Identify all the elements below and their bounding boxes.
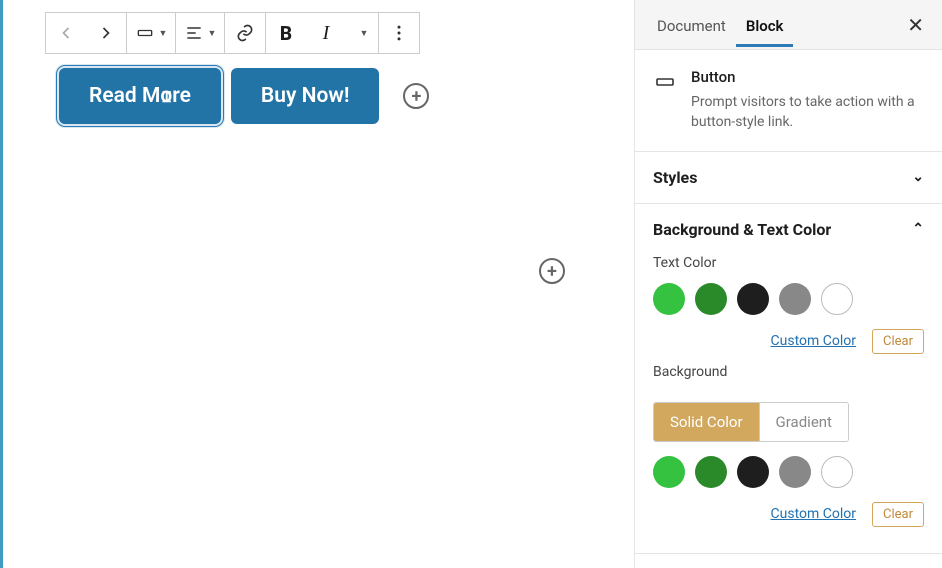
- add-button-inline[interactable]: +: [403, 83, 429, 109]
- panel-styles-header[interactable]: Styles ⌄: [635, 152, 942, 203]
- segment-gradient[interactable]: Gradient: [759, 403, 848, 441]
- block-description-text: Prompt visitors to take action with a bu…: [691, 92, 924, 133]
- segment-solid-color[interactable]: Solid Color: [654, 403, 759, 441]
- toolbar-history-prev[interactable]: [46, 13, 86, 53]
- swatch-black[interactable]: [737, 283, 769, 315]
- button-text-post: re: [172, 84, 191, 108]
- close-icon[interactable]: ✕: [901, 7, 930, 43]
- bg-custom-color-link[interactable]: Custom Color: [771, 506, 856, 522]
- toolbar-more-format[interactable]: ▼: [346, 13, 378, 53]
- editor-pane: ▼ ▼ B I ▼ Read MoᏆre Buy N: [0, 0, 634, 568]
- swatch-gray[interactable]: [779, 456, 811, 488]
- caret-down-icon: ▼: [360, 28, 369, 39]
- swatch-green-dark[interactable]: [695, 283, 727, 315]
- toolbar-block-type[interactable]: ▼: [127, 13, 175, 53]
- toolbar-link[interactable]: [225, 13, 265, 53]
- toolbar-history-next[interactable]: [86, 13, 126, 53]
- add-block-icon[interactable]: +: [539, 258, 565, 284]
- text-custom-color-link[interactable]: Custom Color: [771, 333, 856, 349]
- toolbar-align[interactable]: ▼: [176, 13, 224, 53]
- swatch-white[interactable]: [821, 283, 853, 315]
- bg-clear-button[interactable]: Clear: [872, 502, 924, 527]
- buttons-block-row: Read MoᏆre Buy Now! +: [59, 68, 634, 124]
- button-block-read-more[interactable]: Read MoᏆre: [59, 68, 221, 124]
- background-label: Background: [653, 364, 924, 380]
- toolbar-italic[interactable]: I: [306, 13, 346, 53]
- settings-sidebar: Document Block ✕ Button Prompt visitors …: [634, 0, 942, 568]
- swatch-white[interactable]: [821, 456, 853, 488]
- button-block-buy-now[interactable]: Buy Now!: [231, 68, 380, 124]
- tab-block[interactable]: Block: [736, 3, 794, 47]
- tab-document[interactable]: Document: [647, 3, 736, 47]
- panel-bg-text-body: Text Color Custom Color Clear Background…: [635, 255, 942, 553]
- swatch-green-bright[interactable]: [653, 456, 685, 488]
- chevron-up-icon: ⌃: [912, 221, 924, 237]
- panel-styles-title: Styles: [653, 168, 697, 187]
- swatch-green-bright[interactable]: [653, 283, 685, 315]
- button-text-pre: Read M: [89, 84, 160, 108]
- block-description: Button Prompt visitors to take action wi…: [635, 50, 942, 152]
- swatch-gray[interactable]: [779, 283, 811, 315]
- block-toolbar: ▼ ▼ B I ▼: [45, 12, 420, 54]
- block-title: Button: [691, 68, 924, 86]
- background-type-segmented: Solid Color Gradient: [653, 402, 849, 442]
- panel-bg-text-header[interactable]: Background & Text Color ⌃: [635, 204, 942, 255]
- panel-bg-text-title: Background & Text Color: [653, 220, 831, 239]
- caret-down-icon: ▼: [208, 28, 217, 39]
- text-color-clear-button[interactable]: Clear: [872, 329, 924, 354]
- caret-down-icon: ▼: [159, 28, 168, 39]
- chevron-down-icon: ⌄: [912, 169, 924, 185]
- button-block-icon: [653, 70, 677, 133]
- toolbar-bold[interactable]: B: [266, 13, 306, 53]
- swatch-green-dark[interactable]: [695, 456, 727, 488]
- text-color-swatches: [653, 283, 924, 315]
- background-swatches: [653, 456, 924, 488]
- text-caret: oᏆ: [160, 84, 172, 108]
- swatch-black[interactable]: [737, 456, 769, 488]
- toolbar-kebab[interactable]: [379, 13, 419, 53]
- sidebar-tabs: Document Block ✕: [635, 0, 942, 50]
- text-color-label: Text Color: [653, 255, 924, 271]
